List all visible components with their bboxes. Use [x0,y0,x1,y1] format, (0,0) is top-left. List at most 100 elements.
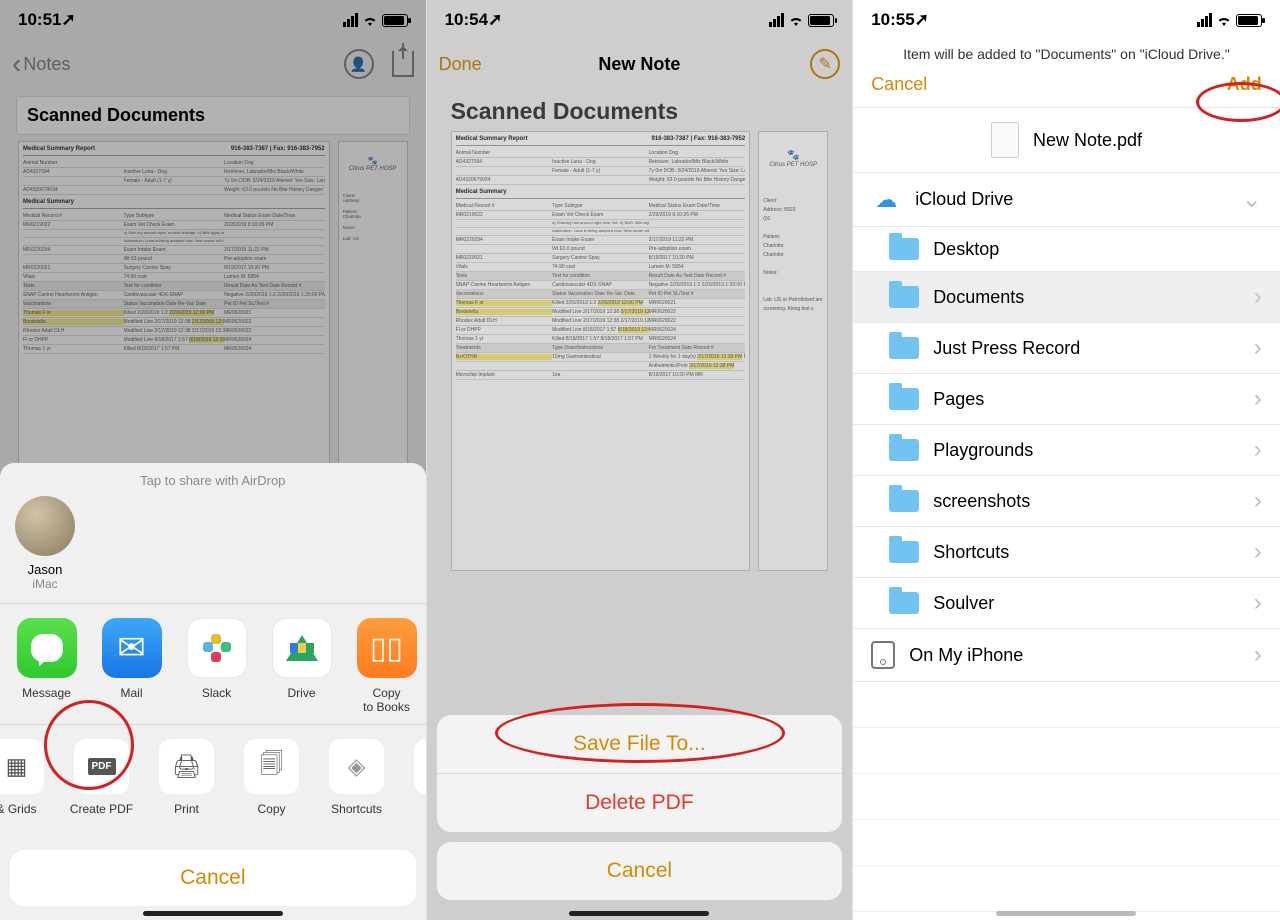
action-shortcuts[interactable]: ◈ Shortcuts [314,739,399,830]
filename: New Note.pdf [1033,130,1142,151]
contact-name: Jason [28,562,63,577]
home-indicator[interactable] [569,911,709,916]
back-button[interactable]: ‹ Notes [12,48,70,80]
folder-screenshots[interactable]: screenshots › [853,476,1280,527]
share-drive[interactable]: Drive [259,618,344,714]
battery-icon [1236,14,1262,27]
share-message[interactable]: Message [4,618,89,714]
status-bar: 10:54➚ [427,0,853,40]
cloud-icon: ☁︎ [871,189,901,211]
chevron-right-icon: › [1254,385,1262,413]
status-bar: 10:55➚ [853,0,1280,40]
add-button[interactable]: Add [1227,74,1262,95]
chevron-right-icon: › [1254,589,1262,617]
avatar [15,496,75,556]
pdf-icon: PDF [74,739,129,794]
airdrop-header: Tap to share with AirDrop [0,463,426,496]
share-icon[interactable] [392,51,414,77]
folder-just-press-record[interactable]: Just Press Record › [853,323,1280,374]
wifi-icon [362,14,378,26]
contact-device: iMac [32,577,57,591]
share-mail[interactable]: ✉︎ Mail [89,618,174,714]
markup-icon[interactable]: ✎ [810,49,840,79]
chevron-left-icon: ‹ [12,48,21,80]
folder-soulver[interactable]: Soulver › [853,578,1280,629]
phone-screen-share-sheet: 10:51➚ ‹ Notes 👤 Scanned Documents Medic… [0,0,427,920]
message-icon [17,618,77,678]
share-books[interactable]: ▯▯ Copy to Books [344,618,426,714]
action-create-pdf[interactable]: PDF Create PDF [59,739,144,830]
scanned-page-2: 🐾 Citrus PET HOSP Client:Address: 8923(9… [758,131,828,571]
chevron-right-icon: › [1254,641,1262,669]
cancel-button[interactable]: Cancel [10,850,416,906]
shortcuts-icon: ◈ [329,739,384,794]
slack-icon [187,618,247,678]
collaborate-icon[interactable]: 👤 [344,49,374,79]
folder-icon [889,337,919,359]
folder-pages[interactable]: Pages › [853,374,1280,425]
scanned-page-2: 🐾 Citrus PET HOSP Client:Address:Patient… [338,141,408,471]
airdrop-contact[interactable]: Jason iMac [0,496,90,603]
action-sheet: Save File To... Delete PDF Cancel [437,715,843,910]
action-lines-grids[interactable]: ▦ & Grids [0,739,59,830]
destination-subtitle: Item will be added to "Documents" on "iC… [853,40,1280,64]
chevron-right-icon: › [1254,487,1262,515]
delete-pdf-button[interactable]: Delete PDF [437,774,843,832]
folder-icon [889,388,919,410]
cell-signal-icon [1197,13,1212,27]
cancel-button[interactable]: Cancel [437,842,843,900]
folder-icon [889,490,919,512]
print-icon: 🖨 [159,739,214,794]
file-icon [991,122,1019,158]
folder-icon [889,439,919,461]
home-indicator[interactable] [143,911,283,916]
share-actions-row: ▦ & Grids PDF Create PDF 🖨 Print 🗐 Copy … [0,725,426,840]
note-title: Scanned Documents [451,98,829,125]
grid-icon: ▦ [0,739,44,794]
books-icon: ▯▯ [357,618,417,678]
folder-icon [889,541,919,563]
battery-icon [808,14,834,27]
save-file-to-button[interactable]: Save File To... [437,715,843,774]
nav-bar: Done New Note ✎ [427,40,853,88]
wifi-icon [1216,14,1232,26]
chevron-right-icon: › [1254,283,1262,311]
folder-shortcuts[interactable]: Shortcuts › [853,527,1280,578]
page-title: New Note [598,54,680,75]
battery-icon [382,14,408,27]
folder-documents[interactable]: Documents › [853,272,1280,323]
mail-icon: ✉︎ [102,618,162,678]
back-label: Notes [23,54,70,75]
phone-screen-pdf-actions: 10:54➚ Done New Note ✎ Scanned Documents… [427,0,854,920]
chevron-down-icon: ⌄ [1242,185,1262,214]
on-my-iphone-row[interactable]: On My iPhone › [853,629,1280,682]
chevron-right-icon: › [1254,436,1262,464]
cancel-button[interactable]: Cancel [871,74,927,95]
nav-bar: ‹ Notes 👤 [0,40,426,88]
document-preview: Medical Summary Report916-383-7387 | Fax… [18,141,408,471]
folder-icon [889,238,919,260]
action-print[interactable]: 🖨 Print [144,739,229,830]
status-bar: 10:51➚ [0,0,426,40]
icloud-drive-row[interactable]: ☁︎ iCloud Drive ⌄ [853,173,1280,227]
folder-playgrounds[interactable]: Playgrounds › [853,425,1280,476]
folder-desktop[interactable]: Desktop [853,227,1280,272]
cell-signal-icon [769,13,784,27]
folder-icon [889,592,919,614]
scanned-page-1: Medical Summary Report916-383-7387 | Fax… [451,131,751,571]
share-sheet: Tap to share with AirDrop Jason iMac Mes… [0,463,426,920]
chevron-right-icon: › [1254,334,1262,362]
chevron-right-icon: › [1254,538,1262,566]
note-title: Scanned Documents [16,96,410,135]
nav-bar: Cancel Add [853,64,1280,107]
done-button[interactable]: Done [439,54,482,75]
phone-screen-files-picker: 10:55➚ Item will be added to "Documents"… [853,0,1280,920]
action-copy[interactable]: 🗐 Copy [229,739,314,830]
home-indicator[interactable] [996,911,1136,916]
cell-signal-icon [343,13,358,27]
action-save[interactable]: 🗂 Save [399,739,426,830]
scanned-page-1: Medical Summary Report916-383-7387 | Fax… [18,141,330,471]
share-slack[interactable]: Slack [174,618,259,714]
wifi-icon [788,14,804,26]
folder-icon [889,286,919,308]
